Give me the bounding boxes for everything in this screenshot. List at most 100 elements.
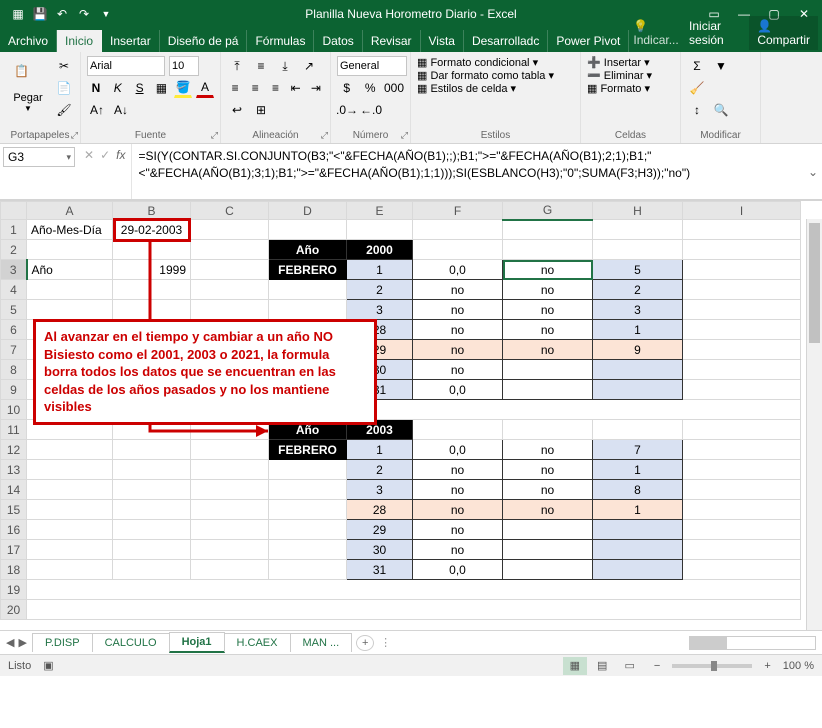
row-10[interactable]: 10 <box>1 400 27 420</box>
row-4[interactable]: 4 <box>1 280 27 300</box>
cell[interactable] <box>269 520 347 540</box>
cell[interactable] <box>413 240 503 260</box>
formula-input[interactable]: =SI(Y(CONTAR.SI.CONJUNTO(B3;"<"&FECHA(AÑ… <box>132 144 804 199</box>
cell[interactable]: 8 <box>593 480 683 500</box>
wrap-text-icon[interactable]: ↩ <box>227 100 247 120</box>
cell[interactable] <box>683 360 801 380</box>
cell[interactable] <box>683 540 801 560</box>
name-box[interactable]: G3 <box>3 147 75 167</box>
cell[interactable] <box>503 560 593 580</box>
table-format-button[interactable]: ▦ Dar formato como tabla ▾ <box>417 69 574 82</box>
row-7[interactable]: 7 <box>1 340 27 360</box>
cell[interactable] <box>27 520 113 540</box>
tab-diseno[interactable]: Diseño de pá <box>160 30 248 52</box>
cell[interactable]: no <box>413 540 503 560</box>
align-launcher-icon[interactable]: ⤢ <box>321 130 328 141</box>
cell[interactable] <box>593 560 683 580</box>
select-all-corner[interactable] <box>1 202 27 220</box>
row-13[interactable]: 13 <box>1 460 27 480</box>
cell[interactable] <box>113 440 191 460</box>
cell[interactable] <box>683 300 801 320</box>
cell[interactable]: no <box>413 340 503 360</box>
col-A[interactable]: A <box>27 202 113 220</box>
underline-icon[interactable]: S <box>131 78 149 98</box>
cell[interactable]: 0,0 <box>413 560 503 580</box>
cell[interactable]: no <box>503 280 593 300</box>
share-button[interactable]: 👤 Compartir <box>749 16 818 50</box>
indent-dec-icon[interactable]: ⇤ <box>288 78 304 98</box>
comma-icon[interactable]: 000 <box>384 78 404 98</box>
cell[interactable] <box>113 520 191 540</box>
macro-record-icon[interactable]: ▣ <box>43 659 53 672</box>
col-C[interactable]: C <box>191 202 269 220</box>
bold-icon[interactable]: N <box>87 78 105 98</box>
undo-icon[interactable]: ↶ <box>54 6 70 22</box>
cell[interactable] <box>113 480 191 500</box>
cell[interactable]: 1 <box>593 460 683 480</box>
cell[interactable] <box>269 220 347 240</box>
cell[interactable] <box>503 420 593 440</box>
cell[interactable] <box>269 480 347 500</box>
grow-font-icon[interactable]: A↑ <box>87 100 107 120</box>
view-pagebreak-icon[interactable]: ▭ <box>618 657 642 675</box>
italic-icon[interactable]: K <box>109 78 127 98</box>
cell[interactable] <box>503 220 593 240</box>
font-size-select[interactable] <box>169 56 199 76</box>
col-D[interactable]: D <box>269 202 347 220</box>
cell[interactable]: 1 <box>347 260 413 280</box>
cell[interactable] <box>347 220 413 240</box>
cell[interactable] <box>683 420 801 440</box>
cell[interactable]: no <box>503 500 593 520</box>
horizontal-scrollbar[interactable] <box>689 636 816 650</box>
cell[interactable] <box>683 480 801 500</box>
cancel-fx-icon[interactable]: ✕ <box>84 148 94 162</box>
cell[interactable]: 1 <box>347 440 413 460</box>
row-14[interactable]: 14 <box>1 480 27 500</box>
cell[interactable]: 29 <box>347 520 413 540</box>
number-launcher-icon[interactable]: ⤢ <box>401 130 408 141</box>
cell[interactable] <box>593 420 683 440</box>
indent-inc-icon[interactable]: ⇥ <box>308 78 324 98</box>
cell[interactable] <box>269 500 347 520</box>
orientation-icon[interactable]: ↗ <box>299 56 319 76</box>
percent-icon[interactable]: % <box>361 78 381 98</box>
tab-desarrollador[interactable]: Desarrolladc <box>464 30 548 52</box>
cell[interactable] <box>27 280 113 300</box>
inc-decimal-icon[interactable]: .0→ <box>337 100 357 120</box>
autosum-icon[interactable]: Σ <box>687 56 707 76</box>
cell[interactable] <box>593 520 683 540</box>
cell[interactable]: 0,0 <box>413 440 503 460</box>
cell[interactable]: 9 <box>593 340 683 360</box>
row-15[interactable]: 15 <box>1 500 27 520</box>
cell[interactable] <box>191 560 269 580</box>
cell[interactable]: no <box>413 480 503 500</box>
new-sheet-button[interactable]: + <box>356 635 374 651</box>
cond-format-button[interactable]: ▦ Formato condicional ▾ <box>417 56 574 69</box>
copy-icon[interactable]: 📄 <box>54 78 74 98</box>
cell[interactable]: 3 <box>593 300 683 320</box>
align-top-icon[interactable]: ⤒ <box>227 56 247 76</box>
cut-icon[interactable]: ✂ <box>54 56 74 76</box>
align-middle-icon[interactable]: ≡ <box>251 56 271 76</box>
number-format-select[interactable] <box>337 56 407 76</box>
cell[interactable] <box>27 540 113 560</box>
border-icon[interactable]: ▦ <box>152 78 170 98</box>
cell[interactable]: FEBRERO <box>269 440 347 460</box>
cell[interactable] <box>683 320 801 340</box>
cell[interactable] <box>683 340 801 360</box>
row-1[interactable]: 1 <box>1 220 27 240</box>
fx-icon[interactable]: fx <box>116 148 125 162</box>
zoom-slider[interactable] <box>672 664 752 668</box>
cell[interactable] <box>27 440 113 460</box>
fill-color-icon[interactable]: 🪣 <box>174 78 192 98</box>
cell[interactable] <box>27 300 113 320</box>
tab-datos[interactable]: Datos <box>314 30 362 52</box>
enter-fx-icon[interactable]: ✓ <box>100 148 110 162</box>
sheet-tab[interactable]: MAN ... <box>290 633 353 652</box>
cell[interactable] <box>27 480 113 500</box>
cell[interactable]: no <box>413 460 503 480</box>
cell[interactable]: 1 <box>593 500 683 520</box>
active-cell[interactable]: no <box>503 260 593 280</box>
tab-formulas[interactable]: Fórmulas <box>247 30 314 52</box>
cell[interactable] <box>503 240 593 260</box>
